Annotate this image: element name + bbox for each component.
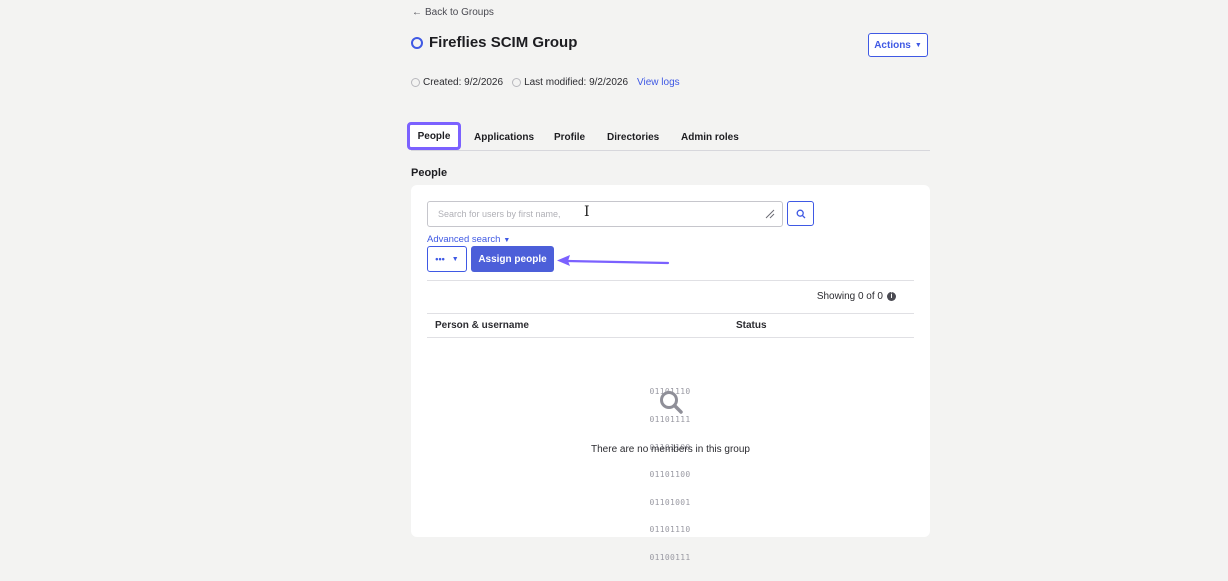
tab-bar: People Applications Profile Directories …	[407, 122, 930, 151]
tab-applications[interactable]: Applications	[474, 124, 534, 150]
resize-handle-icon	[765, 209, 775, 219]
column-header-status[interactable]: Status	[736, 320, 767, 331]
divider	[427, 280, 914, 281]
tab-directories[interactable]: Directories	[607, 124, 659, 150]
pointer-arrow-annotation	[557, 255, 670, 266]
column-header-person[interactable]: Person & username	[435, 320, 529, 331]
clock-icon	[512, 78, 522, 87]
back-link-label: Back to Groups	[425, 7, 494, 18]
created-date: Created: 9/2/2026	[423, 77, 504, 88]
caret-down-icon: ▼	[451, 255, 459, 263]
binary-line: 01101100	[649, 470, 691, 480]
binary-line: 01100111	[649, 553, 691, 563]
info-icon[interactable]: i	[887, 292, 896, 301]
modified-meta: Last modified: 9/2/2026	[512, 77, 628, 88]
advanced-search-label: Advanced search	[427, 234, 501, 245]
title-row: Fireflies SCIM Group	[411, 34, 577, 51]
back-to-groups-link[interactable]: ← Back to Groups	[412, 7, 494, 18]
binary-line: 01101001	[649, 497, 691, 507]
more-options-button[interactable]: ••• ▼	[427, 246, 467, 272]
actions-label: Actions	[874, 39, 911, 51]
modified-date: Last modified: 9/2/2026	[524, 77, 629, 88]
section-title: People	[411, 167, 448, 179]
divider	[427, 337, 914, 338]
group-icon	[411, 36, 423, 49]
page-title: Fireflies SCIM Group	[429, 34, 578, 51]
caret-down-icon: ▼	[914, 41, 922, 49]
text-cursor-icon: I	[584, 204, 590, 220]
people-card: Search for users by first name, I Advanc…	[411, 185, 930, 562]
showing-text: Showing 0 of 0	[816, 291, 883, 302]
search-button[interactable]	[787, 201, 814, 226]
search-icon	[796, 209, 805, 218]
empty-state-illustration: 01101110 01101111 01101100 01101100 0110…	[636, 369, 704, 562]
clock-icon	[411, 78, 420, 87]
search-input[interactable]: Search for users by first name,	[427, 201, 783, 227]
tab-profile[interactable]: Profile	[554, 124, 585, 150]
tab-people[interactable]: People	[407, 122, 461, 150]
arrow-left-icon: ←	[412, 7, 422, 18]
magnifier-icon	[660, 391, 683, 414]
binary-line: 01101110	[649, 525, 691, 535]
assign-people-button[interactable]: Assign people	[471, 246, 554, 272]
view-logs-link[interactable]: View logs	[637, 77, 680, 88]
created-meta: Created: 9/2/2026	[411, 77, 503, 88]
caret-down-icon: ▼	[503, 237, 511, 244]
meta-row: Created: 9/2/2026 Last modified: 9/2/202…	[411, 77, 680, 88]
actions-button[interactable]: Actions ▼	[868, 33, 928, 57]
tab-admin-roles[interactable]: Admin roles	[681, 124, 739, 150]
results-count: Showing 0 of 0 i	[817, 291, 896, 302]
divider	[427, 313, 914, 314]
advanced-search-link[interactable]: Advanced search ▼	[427, 234, 510, 245]
search-placeholder: Search for users by first name,	[438, 209, 561, 219]
binary-line: 01101111	[649, 415, 691, 425]
ellipsis-icon: •••	[435, 254, 445, 264]
empty-state-message: There are no members in this group	[591, 444, 750, 455]
